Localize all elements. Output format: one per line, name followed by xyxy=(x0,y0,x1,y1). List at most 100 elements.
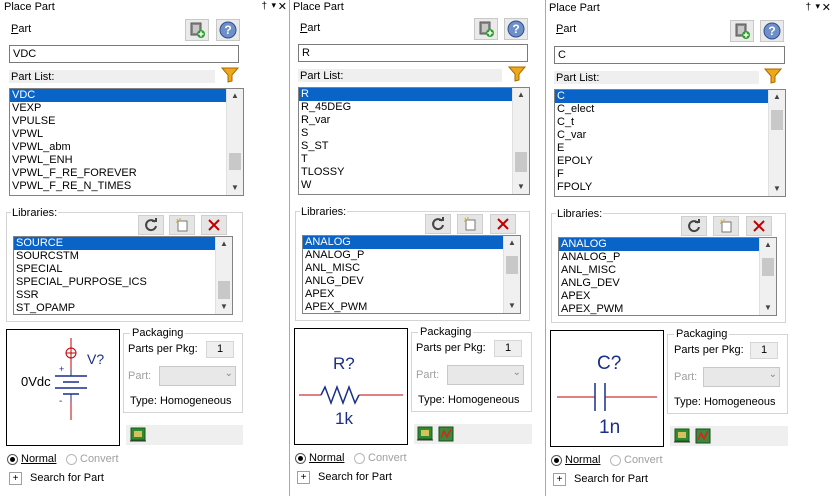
refresh-button[interactable] xyxy=(425,214,451,234)
add-library-button[interactable] xyxy=(474,18,498,40)
list-item[interactable]: C xyxy=(555,90,768,103)
list-item[interactable]: ANLG_DEV xyxy=(303,275,520,288)
help-button[interactable]: ? xyxy=(760,20,784,42)
scroll-thumb[interactable] xyxy=(515,152,527,172)
convert-label[interactable]: Convert xyxy=(368,452,407,464)
pspice-model-icon[interactable] xyxy=(695,428,711,444)
refresh-button[interactable] xyxy=(681,216,707,236)
list-item[interactable]: SOURCSTM xyxy=(14,250,232,263)
normal-radio[interactable] xyxy=(551,455,562,466)
list-item[interactable]: VEXP xyxy=(10,102,243,115)
scroll-up-icon[interactable]: ▲ xyxy=(504,236,520,250)
list-item[interactable]: ANALOG_P xyxy=(303,249,520,262)
list-item[interactable]: S_ST xyxy=(299,140,529,153)
help-button[interactable]: ? xyxy=(504,18,528,40)
scroll-down-icon[interactable]: ▼ xyxy=(513,180,529,194)
list-item[interactable]: EPOLY xyxy=(555,155,785,168)
convert-radio[interactable] xyxy=(66,454,77,465)
pspice-model-icon[interactable] xyxy=(438,426,454,442)
list-item[interactable]: R_var xyxy=(299,114,529,127)
scroll-thumb[interactable] xyxy=(506,256,518,274)
part-list[interactable]: R R_45DEG R_var S S_ST T TLOSSY W ▲ ▼ xyxy=(298,87,530,195)
normal-label[interactable]: Normal xyxy=(565,454,600,466)
filter-icon[interactable] xyxy=(508,66,526,82)
close-icon[interactable]: ✕ xyxy=(822,1,831,14)
list-item[interactable]: APEX xyxy=(559,290,776,303)
refresh-button[interactable] xyxy=(138,215,164,235)
list-item[interactable]: FPOLY xyxy=(555,181,785,194)
list-item[interactable]: S xyxy=(299,127,529,140)
part-list-scrollbar[interactable]: ▲ ▼ xyxy=(768,90,785,196)
remove-library-button[interactable] xyxy=(746,216,772,236)
part-list[interactable]: VDC VEXP VPULSE VPWL VPWL_abm VPWL_ENH V… xyxy=(9,88,244,196)
search-expand-button[interactable]: + xyxy=(297,471,310,484)
list-item[interactable]: VPWL_F_RE_FOREVER xyxy=(10,167,243,180)
scroll-up-icon[interactable]: ▲ xyxy=(769,90,785,104)
list-item[interactable]: VPWL_ENH xyxy=(10,154,243,167)
pcb-footprint-icon[interactable] xyxy=(417,426,433,442)
filter-icon[interactable] xyxy=(221,67,239,83)
list-item[interactable]: VPWL_F_RE_N_TIMES xyxy=(10,180,243,193)
normal-radio[interactable] xyxy=(7,454,18,465)
search-expand-button[interactable]: + xyxy=(9,472,22,485)
library-list-scrollbar[interactable]: ▲ ▼ xyxy=(503,236,520,313)
scroll-thumb[interactable] xyxy=(218,281,230,299)
remove-library-button[interactable] xyxy=(490,214,516,234)
list-item[interactable]: ANALOG xyxy=(559,238,759,251)
library-list[interactable]: SOURCE SOURCSTM SPECIAL SPECIAL_PURPOSE_… xyxy=(13,236,233,315)
list-item[interactable]: ANALOG_P xyxy=(559,251,776,264)
help-button[interactable]: ? xyxy=(216,19,240,41)
convert-label[interactable]: Convert xyxy=(80,453,119,465)
list-item[interactable]: APEX_PWM xyxy=(303,301,520,313)
list-item[interactable]: ANL_MISC xyxy=(559,264,776,277)
part-list-scrollbar[interactable]: ▲ ▼ xyxy=(226,89,243,195)
convert-radio[interactable] xyxy=(354,453,365,464)
scroll-down-icon[interactable]: ▼ xyxy=(504,299,520,313)
panel-titlebar[interactable]: Place Part xyxy=(290,0,545,15)
list-item[interactable]: VDC xyxy=(10,89,226,102)
list-item[interactable]: W xyxy=(299,179,529,192)
remove-library-button[interactable] xyxy=(201,215,227,235)
scroll-down-icon[interactable]: ▼ xyxy=(227,181,243,195)
scroll-thumb[interactable] xyxy=(229,153,241,170)
list-item[interactable]: SPECIAL xyxy=(14,263,232,276)
part-input[interactable]: R xyxy=(298,44,528,62)
scroll-down-icon[interactable]: ▼ xyxy=(769,182,785,196)
new-library-button[interactable] xyxy=(457,214,483,234)
list-item[interactable]: C_var xyxy=(555,129,785,142)
search-for-part-label[interactable]: Search for Part xyxy=(30,472,104,484)
list-item[interactable]: ANALOG xyxy=(303,236,503,249)
list-item[interactable]: ANL_MISC xyxy=(303,262,520,275)
new-library-button[interactable] xyxy=(169,215,195,235)
list-item[interactable]: SPECIAL_PURPOSE_ICS xyxy=(14,276,232,289)
library-list-scrollbar[interactable]: ▲ ▼ xyxy=(759,238,776,315)
list-item[interactable]: SSR xyxy=(14,289,232,302)
filter-icon[interactable] xyxy=(764,68,782,84)
scroll-up-icon[interactable]: ▲ xyxy=(216,237,232,251)
search-expand-button[interactable]: + xyxy=(553,473,566,486)
new-library-button[interactable] xyxy=(713,216,739,236)
part-input[interactable]: VDC xyxy=(9,45,239,63)
pcb-footprint-icon[interactable] xyxy=(130,427,146,443)
normal-label[interactable]: Normal xyxy=(21,453,56,465)
list-item[interactable]: C_t xyxy=(555,116,785,129)
scroll-up-icon[interactable]: ▲ xyxy=(227,89,243,103)
part-list-scrollbar[interactable]: ▲ ▼ xyxy=(512,88,529,194)
list-item[interactable]: VPULSE xyxy=(10,115,243,128)
part-input[interactable]: C xyxy=(554,46,785,64)
pin-icon[interactable]: † xyxy=(261,1,267,12)
pin-icon[interactable]: † xyxy=(805,2,811,13)
list-item[interactable]: ST_OPAMP xyxy=(14,302,232,314)
list-item[interactable]: VPWL xyxy=(10,128,243,141)
convert-radio[interactable] xyxy=(610,455,621,466)
search-for-part-label[interactable]: Search for Part xyxy=(574,473,648,485)
list-item[interactable]: SOURCE xyxy=(14,237,215,250)
panel-titlebar[interactable]: Place Part † ▾ ✕ xyxy=(0,0,289,15)
scroll-up-icon[interactable]: ▲ xyxy=(760,238,776,252)
scroll-up-icon[interactable]: ▲ xyxy=(513,88,529,102)
list-item[interactable]: APEX xyxy=(303,288,520,301)
scroll-thumb[interactable] xyxy=(771,110,783,130)
pcb-footprint-icon[interactable] xyxy=(674,428,690,444)
convert-label[interactable]: Convert xyxy=(624,454,663,466)
list-item[interactable]: R xyxy=(299,88,512,101)
